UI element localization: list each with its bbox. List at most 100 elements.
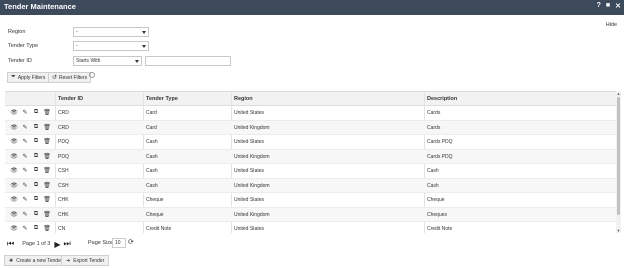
scroll-down-icon[interactable]: ▼: [616, 228, 621, 233]
copy-icon[interactable]: ⧉: [32, 124, 40, 131]
tender-id-cell: PDQ: [58, 139, 69, 145]
grid-header: Tender ID Tender Type Region Description: [5, 92, 617, 106]
copy-icon[interactable]: ⧉: [32, 182, 40, 189]
delete-icon[interactable]: 🗑: [43, 138, 51, 145]
table-row[interactable]: 👁 ✎ ⧉ 🗑 CSH Cash United States Cash: [5, 164, 617, 179]
edit-icon[interactable]: ✎: [21, 211, 29, 218]
region-select-value: -: [76, 29, 78, 35]
hide-filters-link[interactable]: Hide: [606, 22, 617, 28]
scrollbar-thumb[interactable]: [617, 97, 620, 215]
delete-icon[interactable]: 🗑: [43, 124, 51, 131]
close-icon[interactable]: ✕: [615, 2, 621, 10]
edit-icon[interactable]: ✎: [21, 124, 29, 131]
description-cell: Cards PDQ: [427, 153, 453, 160]
region-select[interactable]: -: [73, 27, 149, 37]
delete-icon[interactable]: 🗑: [43, 167, 51, 174]
row-actions: 👁 ✎ ⧉ 🗑: [10, 196, 51, 203]
apply-filters-button[interactable]: ⏷ Apply Filters: [7, 72, 50, 83]
window-controls: ? ■ ✕: [597, 2, 621, 10]
copy-icon[interactable]: ⧉: [32, 167, 40, 174]
delete-icon[interactable]: 🗑: [43, 211, 51, 218]
page-size-label: Page Size: [88, 240, 114, 246]
row-actions: 👁 ✎ ⧉ 🗑: [10, 109, 51, 116]
copy-icon[interactable]: ⧉: [32, 196, 40, 203]
table-row[interactable]: 👁 ✎ ⧉ 🗑 CRD Card United Kingdom Cards: [5, 120, 617, 135]
column-header-tender-type[interactable]: Tender Type: [146, 96, 178, 102]
tender-id-cell: PDQ: [58, 153, 69, 160]
tender-id-operator-select[interactable]: Starts With: [73, 56, 142, 66]
edit-icon[interactable]: ✎: [21, 196, 29, 203]
grid-scrollbar[interactable]: ▲ ▼: [616, 91, 621, 233]
reset-filters-button[interactable]: ↺ Reset Filters: [48, 72, 92, 83]
copy-icon[interactable]: ⧉: [32, 109, 40, 116]
region-cell: United Kingdom: [234, 182, 270, 189]
delete-icon[interactable]: 🗑: [43, 196, 51, 203]
copy-icon[interactable]: ⧉: [32, 225, 40, 232]
tender-type-cell: Cash: [146, 168, 158, 174]
copy-icon[interactable]: ⧉: [32, 138, 40, 145]
tender-id-cell: CRD: [58, 110, 69, 116]
delete-icon[interactable]: 🗑: [43, 225, 51, 232]
table-row[interactable]: 👁 ✎ ⧉ 🗑 CSH Cash United Kingdom Cash: [5, 178, 617, 193]
column-header-region[interactable]: Region: [234, 96, 253, 102]
tender-id-cell: CSH: [58, 168, 69, 174]
edit-icon[interactable]: ✎: [21, 109, 29, 116]
view-icon[interactable]: 👁: [10, 138, 18, 145]
description-cell: Cheques: [427, 211, 448, 218]
view-icon[interactable]: 👁: [10, 153, 18, 160]
region-cell: United Kingdom: [234, 124, 270, 131]
delete-icon[interactable]: 🗑: [43, 109, 51, 116]
description-cell: Credit Note: [427, 226, 453, 232]
view-icon[interactable]: 👁: [10, 167, 18, 174]
region-cell: United Kingdom: [234, 211, 270, 218]
export-tender-button[interactable]: ➜ Export Tender: [61, 255, 110, 266]
column-header-description[interactable]: Description: [427, 96, 457, 102]
view-icon[interactable]: 👁: [10, 196, 18, 203]
view-icon[interactable]: 👁: [10, 211, 18, 218]
view-icon[interactable]: 👁: [10, 182, 18, 189]
pager: ⏮ Page 1 of 3 ▶ ⏭: [7, 238, 71, 250]
create-tender-button[interactable]: ✚ Create a new Tender: [4, 255, 68, 266]
apply-filters-label: Apply Filters: [17, 74, 46, 81]
refresh-icon[interactable]: ⟳: [128, 238, 134, 246]
table-row[interactable]: 👁 ✎ ⧉ 🗑 PDQ Cash United Kingdom Cards PDQ: [5, 149, 617, 164]
first-page-icon[interactable]: ⏮: [7, 239, 14, 249]
next-page-icon[interactable]: ▶: [54, 240, 60, 249]
tender-id-input[interactable]: [145, 56, 231, 66]
table-row[interactable]: 👁 ✎ ⧉ 🗑 PDQ Cash United States Cards PDQ: [5, 135, 617, 150]
view-icon[interactable]: 👁: [10, 109, 18, 116]
tender-id-label: Tender ID: [8, 58, 32, 64]
description-cell: Cards PDQ: [427, 139, 453, 145]
edit-icon[interactable]: ✎: [21, 138, 29, 145]
view-icon[interactable]: 👁: [10, 225, 18, 232]
last-page-icon[interactable]: ⏭: [64, 239, 71, 249]
scroll-up-icon[interactable]: ▲: [616, 91, 621, 96]
view-icon[interactable]: 👁: [10, 124, 18, 131]
help-icon[interactable]: ?: [597, 2, 601, 10]
description-cell: Cash: [427, 182, 439, 189]
table-row[interactable]: 👁 ✎ ⧉ 🗑 CN Credit Note United States Credit Not…: [5, 222, 617, 233]
delete-icon[interactable]: 🗑: [43, 153, 51, 160]
edit-icon[interactable]: ✎: [21, 225, 29, 232]
edit-icon[interactable]: ✎: [21, 153, 29, 160]
delete-icon[interactable]: 🗑: [43, 182, 51, 189]
table-row[interactable]: 👁 ✎ ⧉ 🗑 CRD Card United States Cards: [5, 106, 617, 121]
tender-type-label: Tender Type: [8, 43, 39, 49]
maximize-icon[interactable]: ■: [606, 2, 610, 10]
table-row[interactable]: 👁 ✎ ⧉ 🗑 CHK Cheque United States Cheque: [5, 193, 617, 208]
chevron-down-icon: [142, 31, 146, 34]
edit-icon[interactable]: ✎: [21, 182, 29, 189]
tender-id-cell: CRD: [58, 124, 69, 131]
tender-id-operator-value: Starts With: [76, 58, 101, 64]
copy-icon[interactable]: ⧉: [32, 211, 40, 218]
tender-id-cell: CHK: [58, 197, 69, 203]
page-size-input[interactable]: 10: [112, 238, 126, 248]
edit-icon[interactable]: ✎: [21, 167, 29, 174]
tender-type-select[interactable]: -: [73, 41, 149, 51]
tender-type-cell: Cheque: [146, 211, 164, 218]
row-actions: 👁 ✎ ⧉ 🗑: [10, 211, 51, 218]
table-row[interactable]: 👁 ✎ ⧉ 🗑 CHK Cheque United Kingdom Cheques: [5, 207, 617, 222]
region-cell: United Kingdom: [234, 153, 270, 160]
column-header-tender-id[interactable]: Tender ID: [58, 96, 83, 102]
copy-icon[interactable]: ⧉: [32, 153, 40, 160]
